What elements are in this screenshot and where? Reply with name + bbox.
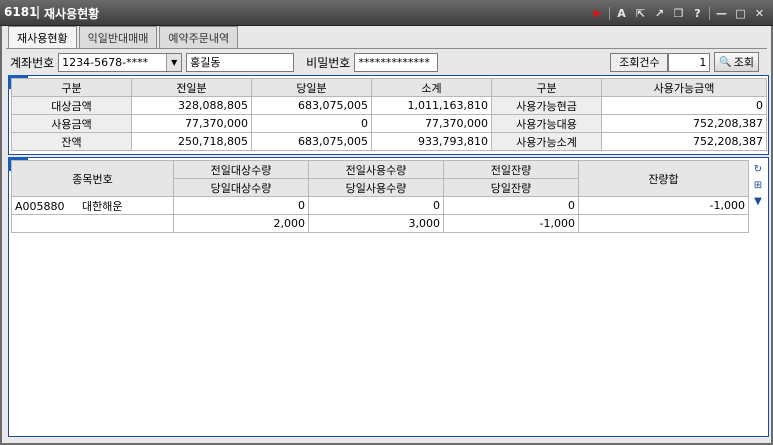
font-icon[interactable]: A	[612, 4, 631, 22]
window-id: 6181	[4, 5, 38, 19]
stock-cell: A005880 대한해운	[11, 196, 174, 215]
password-field[interactable]: *************	[354, 52, 439, 72]
row-label: 대상금액	[11, 96, 132, 115]
table-cell: 683,075,005	[251, 96, 372, 115]
toolbar-divider	[609, 6, 610, 20]
panel-side-controls: ↻ ⊞ ▼	[751, 163, 765, 208]
column-header: 구분	[491, 78, 602, 97]
row-label: 사용가능현금	[491, 96, 602, 115]
table-cell: 0	[251, 114, 372, 133]
table-row[interactable]: 대상금액 328,088,805 683,075,005 1,011,163,8…	[11, 96, 767, 115]
help-icon[interactable]: ?	[688, 4, 707, 22]
chevron-down-icon[interactable]: ▼	[166, 53, 182, 71]
query-row: 계좌번호 1234-5678-**** ▼ 홍길동 비밀번호 *********…	[10, 52, 760, 72]
title-bar-controls: ▶ A ⇱ ↗ ❐ ? — □ ✕	[588, 4, 769, 22]
table-cell: 683,075,005	[251, 132, 372, 151]
tab-bar: 재사용현황 익일반대매매 예약주문내역	[8, 26, 240, 49]
account-value: 1234-5678-****	[62, 55, 149, 69]
table-cell: -1,000	[443, 214, 579, 233]
summary-header-row: 구분 전일분 당일분 소계 구분 사용가능금액	[11, 78, 767, 97]
close-icon[interactable]: ✕	[750, 4, 769, 22]
search-button-label: 조회	[733, 56, 755, 69]
column-header: 종목번호	[11, 160, 174, 197]
play-icon[interactable]: ▶	[588, 4, 607, 22]
tab-reuse-status[interactable]: 재사용현황	[8, 26, 77, 49]
table-cell	[11, 214, 174, 233]
stock-code: A005880	[15, 199, 65, 213]
minimize-icon[interactable]: —	[712, 4, 731, 22]
maximize-icon[interactable]: □	[731, 4, 750, 22]
table-row[interactable]: 사용금액 77,370,000 0 77,370,000 사용가능대용 752,…	[11, 114, 767, 133]
column-header: 잔량합	[578, 160, 749, 197]
summary-table: 구분 전일분 당일분 소계 구분 사용가능금액 대상금액 328,088,805…	[11, 78, 767, 151]
table-cell	[578, 214, 749, 233]
title-bar: 6181 재사용현황 ▶ A ⇱ ↗ ❐ ? — □ ✕	[0, 0, 773, 26]
tab-underline	[6, 48, 767, 49]
column-header: 전일잔량	[443, 160, 579, 179]
table-cell: 0	[308, 196, 444, 215]
table-cell: 250,718,805	[131, 132, 252, 151]
table-cell: 933,793,810	[371, 132, 492, 151]
table-cell: 0	[173, 196, 309, 215]
table-cell: 0	[443, 196, 579, 215]
column-header: 구분	[11, 78, 132, 97]
table-cell: 77,370,000	[371, 114, 492, 133]
table-cell: 0	[601, 96, 767, 115]
add-icon[interactable]: ⊞	[751, 179, 765, 192]
table-row[interactable]: 2,000 3,000 -1,000	[11, 214, 749, 233]
row-label: 사용금액	[11, 114, 132, 133]
column-header: 소계	[371, 78, 492, 97]
summary-panel: 01 구분 전일분 당일분 소계 구분 사용가능금액 대상금액 328,088,…	[8, 75, 769, 155]
account-holder-name: 홍길동	[186, 52, 295, 72]
table-cell: 328,088,805	[131, 96, 252, 115]
refresh-icon[interactable]: ↻	[751, 163, 765, 176]
window-frame: 재사용현황 익일반대매매 예약주문내역 계좌번호 1234-5678-**** …	[0, 26, 773, 445]
account-label: 계좌번호	[10, 55, 55, 70]
export-icon[interactable]: ⇱	[631, 4, 650, 22]
count-field[interactable]: 1	[668, 52, 711, 72]
column-header: 전일분	[131, 78, 252, 97]
column-header: 전일대상수량	[173, 160, 309, 179]
column-header: 전일사용수량	[308, 160, 444, 179]
table-cell: 752,208,387	[601, 114, 767, 133]
title-separator	[37, 6, 39, 19]
stock-name: 대한해운	[82, 199, 123, 213]
table-cell: 1,011,163,810	[371, 96, 492, 115]
table-cell: 77,370,000	[131, 114, 252, 133]
restore-icon[interactable]: ❐	[669, 4, 688, 22]
count-label: 조회건수	[610, 52, 669, 72]
link-icon[interactable]: ↗	[650, 4, 669, 22]
table-row[interactable]: 잔액 250,718,805 683,075,005 933,793,810 사…	[11, 132, 767, 151]
column-header: 당일잔량	[443, 178, 579, 197]
toolbar-divider	[709, 6, 710, 20]
table-cell: 3,000	[308, 214, 444, 233]
column-header: 사용가능금액	[601, 78, 767, 97]
table-cell: 2,000	[173, 214, 309, 233]
account-combo[interactable]: 1234-5678-**** ▼	[58, 52, 183, 72]
table-row[interactable]: A005880 대한해운 0 0 0 -1,000	[11, 196, 749, 215]
row-label: 사용가능대용	[491, 114, 602, 133]
search-button[interactable]: 🔍 조회	[714, 52, 760, 72]
tab-next-day-liquidation[interactable]: 익일반대매매	[78, 26, 158, 48]
column-header: 당일분	[251, 78, 372, 97]
search-icon: 🔍	[719, 56, 732, 68]
table-cell: 752,208,387	[601, 132, 767, 151]
table-cell: -1,000	[578, 196, 749, 215]
scroll-down-icon[interactable]: ▼	[751, 195, 765, 208]
column-header: 당일사용수량	[308, 178, 444, 197]
row-label: 사용가능소계	[491, 132, 602, 151]
window-title: 재사용현황	[44, 7, 100, 21]
holdings-panel: 02 종목번호 전일대상수량 전일사용수량 전일잔량 잔량합 당일대상수량 당일…	[8, 157, 769, 437]
password-label: 비밀번호	[306, 55, 351, 70]
row-label: 잔액	[11, 132, 132, 151]
holdings-header-row: 종목번호 전일대상수량 전일사용수량 전일잔량 잔량합	[11, 160, 749, 197]
tab-reserved-orders[interactable]: 예약주문내역	[159, 26, 239, 48]
holdings-table: 종목번호 전일대상수량 전일사용수량 전일잔량 잔량합 당일대상수량 당일사용수…	[11, 160, 749, 233]
column-header: 당일대상수량	[173, 178, 309, 197]
